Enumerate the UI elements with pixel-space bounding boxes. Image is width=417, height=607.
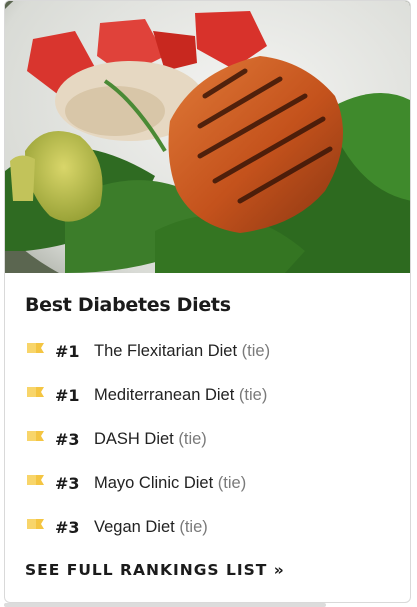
ranking-diet-name[interactable]: Mediterranean Diet (tie) <box>94 386 267 405</box>
ranking-diet-name[interactable]: DASH Diet (tie) <box>94 430 207 449</box>
tie-label: (tie) <box>238 386 268 404</box>
ranking-item[interactable]: #1 The Flexitarian Diet (tie) <box>25 339 395 383</box>
tie-label: (tie) <box>217 474 247 492</box>
ranking-number: #3 <box>55 518 80 537</box>
tie-label: (tie) <box>178 430 207 448</box>
ranking-diet-name[interactable]: Mayo Clinic Diet (tie) <box>94 474 246 493</box>
ranking-item[interactable]: #3 DASH Diet (tie) <box>25 427 395 471</box>
horizontal-scrollbar[interactable] <box>4 603 326 607</box>
see-full-rankings-link[interactable]: SEE FULL RANKINGS LIST » <box>25 561 285 579</box>
tie-label: (tie) <box>179 518 208 536</box>
ranking-item[interactable]: #3 Mayo Clinic Diet (tie) <box>25 471 395 515</box>
ranking-number: #1 <box>55 386 80 405</box>
gold-ribbon-icon <box>27 475 44 485</box>
ranking-item[interactable]: #1 Mediterranean Diet (tie) <box>25 383 395 427</box>
gold-ribbon-icon <box>27 387 44 397</box>
rankings-list: #1 The Flexitarian Diet (tie) #1 Mediter… <box>25 339 395 559</box>
gold-ribbon-icon <box>27 431 44 441</box>
ranking-diet-name[interactable]: Vegan Diet (tie) <box>94 518 208 537</box>
diet-rankings-card: Best Diabetes Diets #1 The Flexitarian D… <box>4 0 411 603</box>
tie-label: (tie) <box>241 342 271 360</box>
ranking-number: #3 <box>55 474 80 493</box>
ranking-number: #1 <box>55 342 80 361</box>
ranking-diet-name[interactable]: The Flexitarian Diet (tie) <box>94 342 270 361</box>
gold-ribbon-icon <box>27 343 44 353</box>
salmon-dish-photo[interactable] <box>5 1 410 273</box>
ranking-number: #3 <box>55 430 80 449</box>
ranking-item[interactable]: #3 Vegan Diet (tie) <box>25 515 395 559</box>
gold-ribbon-icon <box>27 519 44 529</box>
card-heading: Best Diabetes Diets <box>25 294 231 316</box>
